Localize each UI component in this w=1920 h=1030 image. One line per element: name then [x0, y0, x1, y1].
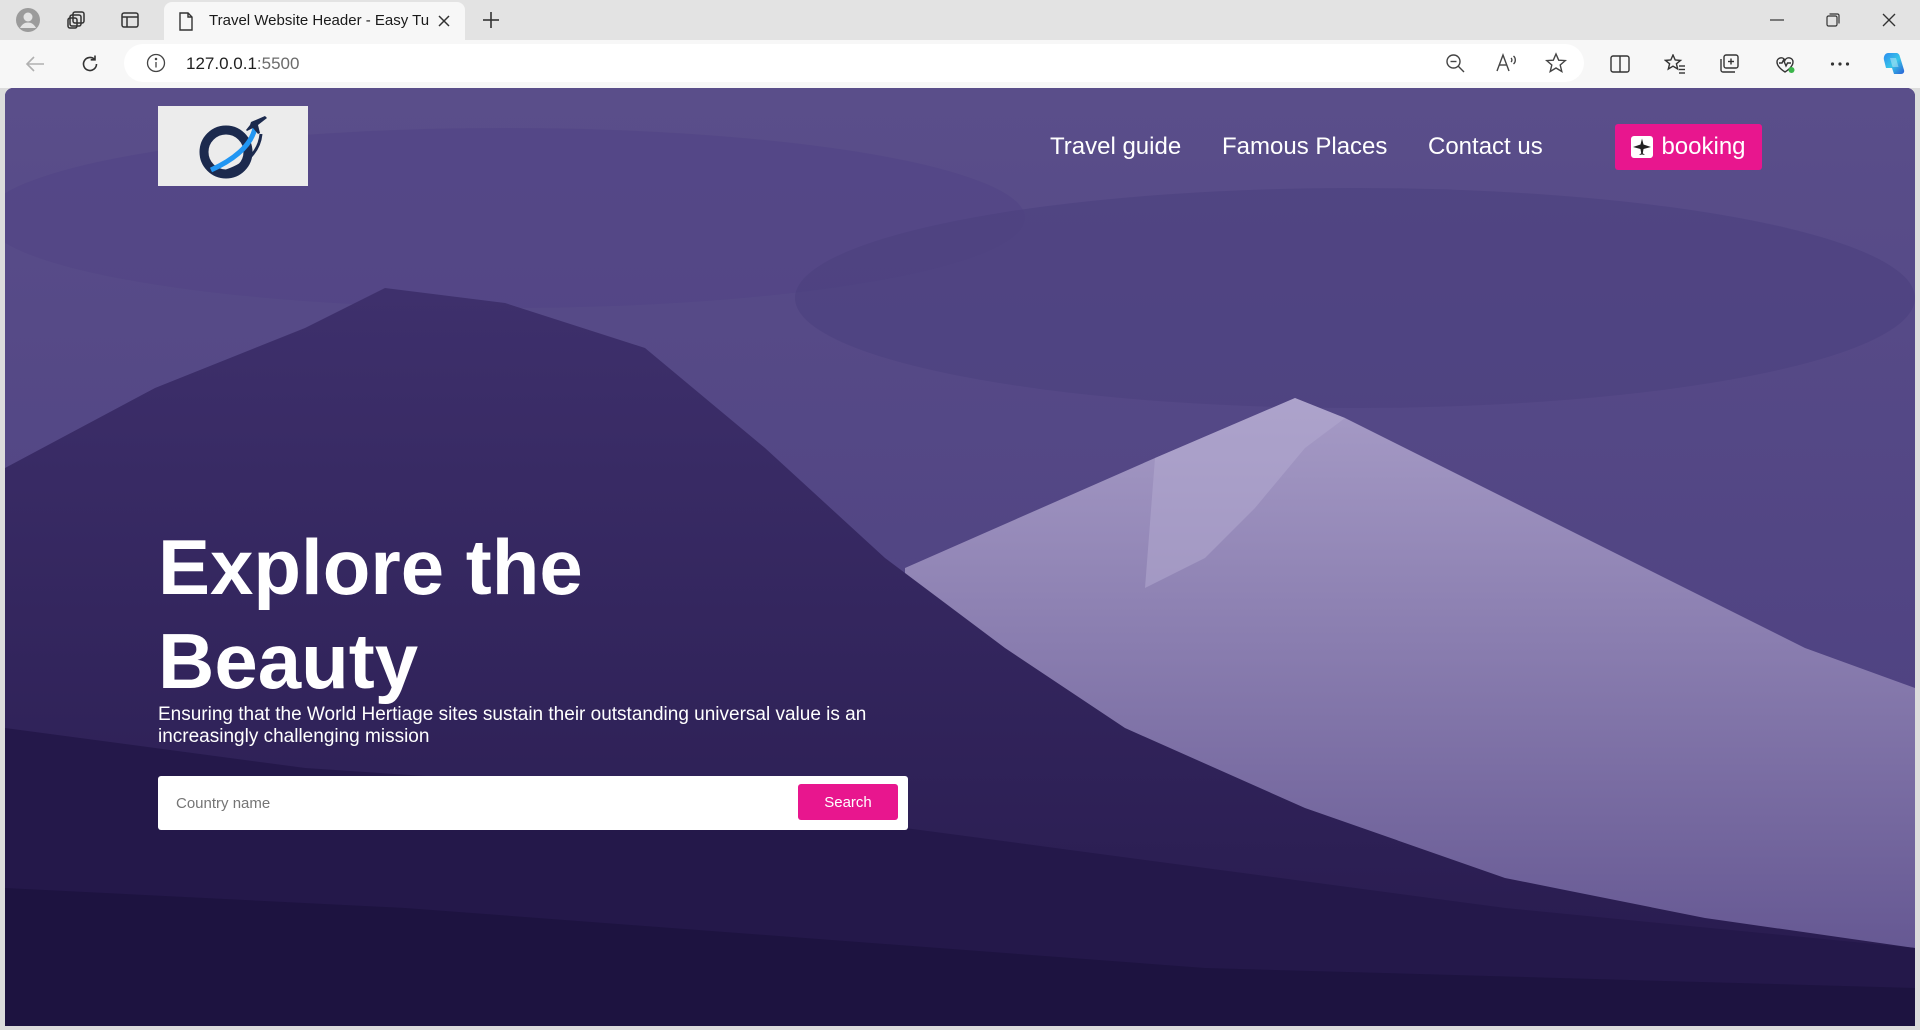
url-text: 127.0.0.1:5500	[186, 54, 299, 74]
nav-famous-places[interactable]: Famous Places	[1222, 133, 1387, 161]
tab-title: Travel Website Header - Easy Tut	[209, 12, 429, 29]
vertical-tabs-icon[interactable]	[116, 6, 144, 34]
globe-plane-logo-icon	[199, 116, 267, 179]
search-button[interactable]: Search	[798, 784, 898, 820]
page-viewport: Travel guide Famous Places Contact us bo…	[5, 88, 1915, 1026]
close-tab-icon[interactable]	[432, 9, 456, 33]
minimize-icon[interactable]	[1752, 4, 1802, 36]
nav-contact-us[interactable]: Contact us	[1428, 133, 1543, 161]
zoom-out-icon[interactable]	[1440, 48, 1470, 78]
nav-travel-guide[interactable]: Travel guide	[1050, 133, 1181, 161]
search-bar: Search	[158, 776, 908, 830]
booking-button[interactable]: booking	[1615, 124, 1762, 170]
close-window-icon[interactable]	[1864, 4, 1914, 36]
hero-subtitle: Ensuring that the World Hertiage sites s…	[158, 704, 867, 747]
browser-address-bar: 127.0.0.1:5500	[0, 40, 1920, 88]
favorite-star-icon[interactable]	[1541, 48, 1571, 78]
hero-title-line2: Beauty	[158, 617, 419, 705]
site-logo[interactable]	[158, 106, 308, 186]
new-tab-icon[interactable]	[477, 6, 505, 34]
favorites-icon[interactable]	[1660, 49, 1690, 79]
profile-icon[interactable]	[14, 6, 42, 34]
split-screen-icon[interactable]	[1605, 49, 1635, 79]
restore-icon[interactable]	[1808, 4, 1858, 36]
hero-title-line1: Explore the	[158, 523, 583, 611]
copilot-icon[interactable]	[1878, 49, 1908, 79]
url-host: 127.0.0.1	[186, 54, 257, 73]
back-icon[interactable]	[20, 49, 50, 79]
site-info-icon[interactable]	[146, 53, 166, 78]
url-bar[interactable]: 127.0.0.1:5500	[124, 44, 1584, 82]
browser-tab-bar: Travel Website Header - Easy Tut	[0, 0, 1920, 40]
airplane-icon	[1631, 136, 1654, 158]
active-tab[interactable]: Travel Website Header - Easy Tut	[164, 2, 465, 40]
hero-title: Explore the Beauty	[158, 520, 778, 708]
url-port: :5500	[256, 54, 300, 73]
refresh-icon[interactable]	[75, 49, 105, 79]
collections-icon[interactable]	[1715, 49, 1745, 79]
country-search-input[interactable]	[170, 785, 770, 821]
more-options-icon[interactable]	[1825, 49, 1855, 79]
browser-essentials-icon[interactable]	[1770, 49, 1800, 79]
booking-label: booking	[1661, 133, 1746, 160]
page-icon	[179, 12, 193, 31]
read-aloud-icon[interactable]	[1491, 48, 1521, 78]
workspaces-icon[interactable]	[63, 6, 91, 34]
